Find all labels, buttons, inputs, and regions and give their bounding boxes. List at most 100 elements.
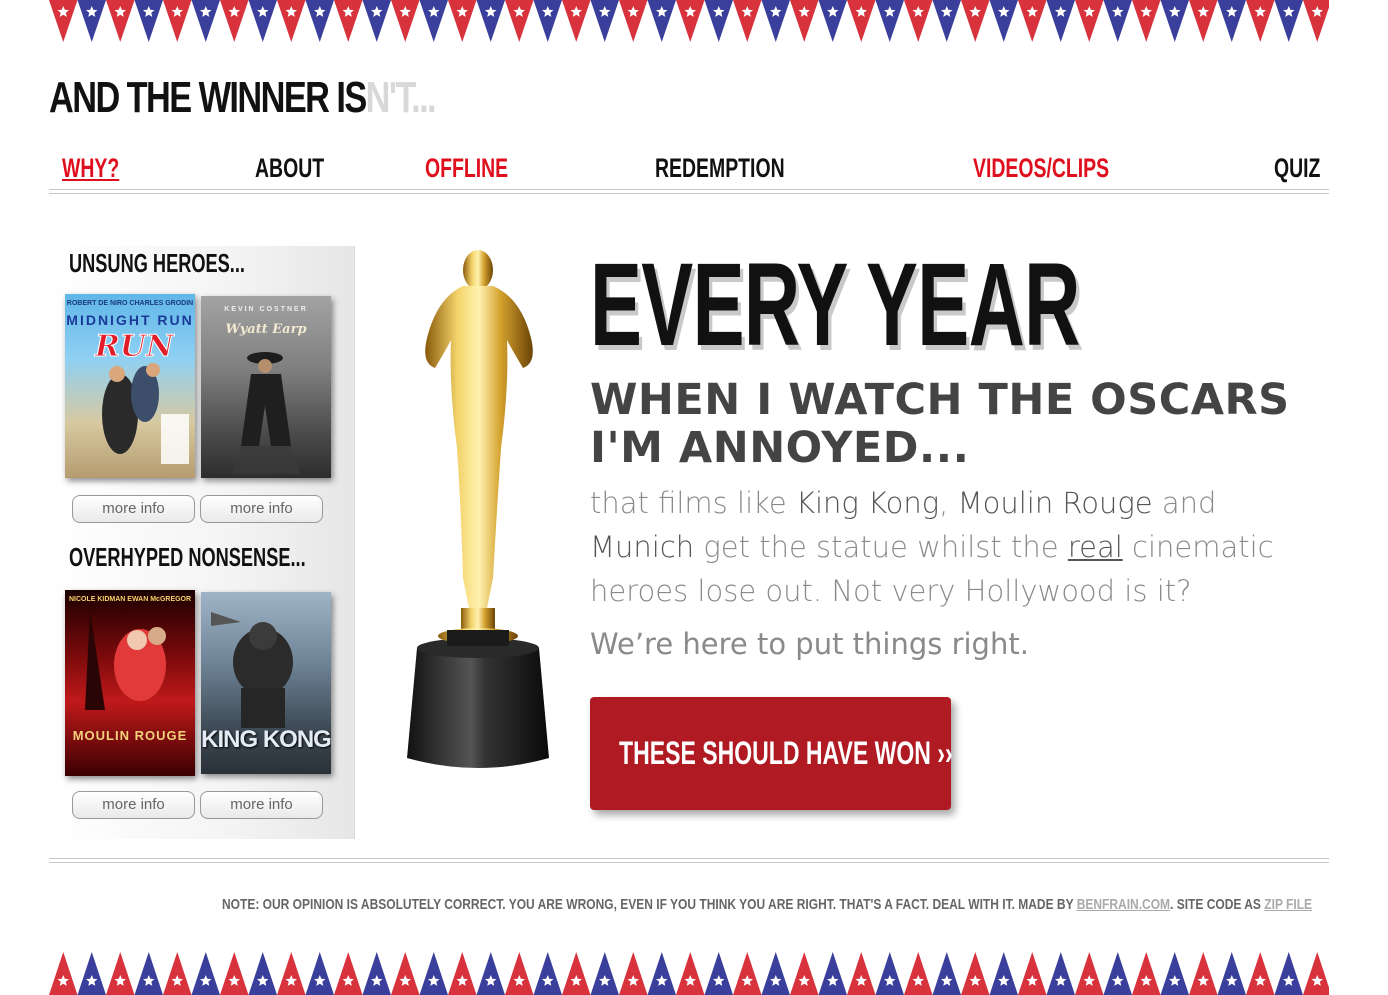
main-nav: WHY? ABOUT OFFLINE REDEMPTION VIDEOS/CLI… bbox=[49, 150, 1329, 195]
bunting-flags bbox=[49, 952, 1329, 995]
bunting-flag bbox=[1103, 952, 1132, 995]
bunting-flag bbox=[590, 952, 619, 995]
bunting-flag bbox=[619, 952, 648, 995]
footer-divider bbox=[49, 858, 1329, 859]
site-title-faded: N'T... bbox=[365, 73, 437, 122]
sidebar: UNSUNG HEROES... ROBERT DE NIRO CHARLES … bbox=[49, 246, 355, 839]
hero-body-text: , bbox=[939, 486, 958, 520]
svg-text:RUN: RUN bbox=[94, 329, 175, 364]
bunting-flag bbox=[989, 952, 1018, 995]
bunting-flag bbox=[362, 952, 391, 995]
poster-art bbox=[231, 352, 301, 474]
bunting-flag bbox=[676, 952, 705, 995]
poster-wyatt-earp[interactable]: KEVIN COSTNER Wyatt Earp bbox=[201, 296, 331, 478]
real-word: real bbox=[1067, 530, 1123, 564]
bunting-flag bbox=[277, 952, 306, 995]
bunting-flag bbox=[1274, 952, 1303, 995]
nav-item-about[interactable]: ABOUT bbox=[255, 150, 324, 186]
site-title-main: AND THE WINNER IS bbox=[49, 73, 367, 122]
footer-note-text: NOTE: OUR OPINION IS ABSOLUTELY CORRECT.… bbox=[222, 896, 1077, 913]
hero-body: that films like King Kong, Moulin Rouge … bbox=[590, 481, 1290, 613]
bunting-flag bbox=[1217, 952, 1246, 995]
bunting-flag bbox=[1303, 0, 1329, 42]
bunting-flag bbox=[505, 952, 534, 995]
film-moulin-rouge: Moulin Rouge bbox=[957, 486, 1153, 520]
bunting-flag bbox=[1160, 952, 1189, 995]
nav-divider bbox=[49, 193, 1329, 194]
footer-divider bbox=[49, 862, 1329, 863]
bunting-flag bbox=[419, 952, 448, 995]
bunting-flag bbox=[476, 952, 505, 995]
unsung-heroes-heading: UNSUNG HEROES... bbox=[69, 248, 245, 278]
more-info-button[interactable]: more info bbox=[72, 791, 195, 819]
more-info-button[interactable]: more info bbox=[200, 791, 323, 819]
hero-subheading: WHEN I WATCH THE OSCARS I'M ANNOYED... bbox=[590, 375, 1290, 473]
hero-tagline: We’re here to put things right. bbox=[590, 627, 1029, 661]
bunting-flag bbox=[533, 952, 562, 995]
nav-divider bbox=[49, 189, 1329, 190]
nav-item-videos-clips[interactable]: VIDEOS/CLIPS bbox=[973, 150, 1109, 186]
hero-body-text: and bbox=[1152, 486, 1217, 520]
more-info-button[interactable]: more info bbox=[200, 495, 323, 523]
poster-midnight-run[interactable]: ROBERT DE NIRO CHARLES GRODIN MIDNIGHT R… bbox=[65, 294, 195, 478]
poster-king-kong[interactable]: KING KONG bbox=[201, 592, 331, 774]
bunting-flag bbox=[647, 952, 676, 995]
bunting-flag bbox=[1303, 952, 1329, 995]
bunting-flag bbox=[448, 952, 477, 995]
bunting-flag bbox=[305, 952, 334, 995]
poster-art: RUN bbox=[94, 329, 189, 464]
bunting-flag bbox=[1189, 952, 1218, 995]
bunting-flag bbox=[1075, 952, 1104, 995]
bunting-flag bbox=[790, 952, 819, 995]
bunting-bottom bbox=[49, 952, 1329, 995]
these-should-have-won-button[interactable]: THESE SHOULD HAVE WON ›› bbox=[590, 697, 953, 810]
poster-art bbox=[85, 610, 166, 710]
bunting-flag bbox=[1046, 952, 1075, 995]
nav-item-offline[interactable]: OFFLINE bbox=[425, 150, 508, 186]
bunting-flag bbox=[248, 952, 277, 995]
bunting-flag bbox=[761, 952, 790, 995]
footer-note: NOTE: OUR OPINION IS ABSOLUTELY CORRECT.… bbox=[222, 896, 1312, 914]
bunting-flag bbox=[191, 952, 220, 995]
bunting-flag bbox=[1246, 952, 1275, 995]
bunting-flag bbox=[704, 952, 733, 995]
nav-item-quiz[interactable]: QUIZ bbox=[1274, 150, 1320, 186]
benfrain-link[interactable]: BENFRAIN.COM bbox=[1077, 896, 1170, 913]
bunting-flag bbox=[391, 952, 420, 995]
bunting-flag bbox=[77, 952, 106, 995]
bunting-flag bbox=[847, 952, 876, 995]
bunting-flag bbox=[562, 952, 591, 995]
bunting-flag bbox=[932, 952, 961, 995]
poster-title: MOULIN ROUGE bbox=[72, 728, 188, 743]
bunting-flag bbox=[1132, 952, 1161, 995]
bunting-flag bbox=[818, 952, 847, 995]
oscar-statue-image bbox=[407, 250, 549, 768]
bunting-flag bbox=[134, 952, 163, 995]
bunting-top bbox=[49, 0, 1329, 42]
more-info-button[interactable]: more info bbox=[72, 495, 195, 523]
bunting-flag bbox=[1018, 952, 1047, 995]
bunting-flag bbox=[106, 952, 135, 995]
film-munich: Munich bbox=[590, 530, 695, 564]
zip-file-link[interactable]: ZIP FILE bbox=[1264, 896, 1312, 913]
site-title[interactable]: AND THE WINNER ISN'T... bbox=[49, 73, 437, 122]
poster-title: KING KONG bbox=[201, 726, 331, 753]
cta-label: THESE SHOULD HAVE WON ›› bbox=[619, 735, 953, 771]
bunting-flag bbox=[904, 952, 933, 995]
bunting-flag bbox=[163, 952, 192, 995]
bunting-flag bbox=[49, 952, 78, 995]
bunting-flag bbox=[875, 952, 904, 995]
bunting-flag bbox=[220, 952, 249, 995]
poster-moulin-rouge[interactable]: NICOLE KIDMAN EWAN McGREGOR MOULIN ROUGE bbox=[65, 590, 195, 776]
nav-item-redemption[interactable]: REDEMPTION bbox=[655, 150, 785, 186]
overhyped-nonsense-heading: OVERHYPED NONSENSE... bbox=[69, 542, 306, 572]
hero-body-text: get the statue whilst the bbox=[694, 530, 1068, 564]
bunting-flag bbox=[733, 952, 762, 995]
hero-body-text: that films like bbox=[590, 486, 796, 520]
film-king-kong: King Kong bbox=[795, 486, 940, 520]
bunting-flags bbox=[49, 0, 1329, 42]
hero-heading: EVERY YEAR bbox=[590, 239, 1080, 371]
nav-item-why[interactable]: WHY? bbox=[62, 150, 119, 186]
footer-note-text: . SITE CODE AS bbox=[1170, 896, 1265, 913]
bunting-flag bbox=[334, 952, 363, 995]
